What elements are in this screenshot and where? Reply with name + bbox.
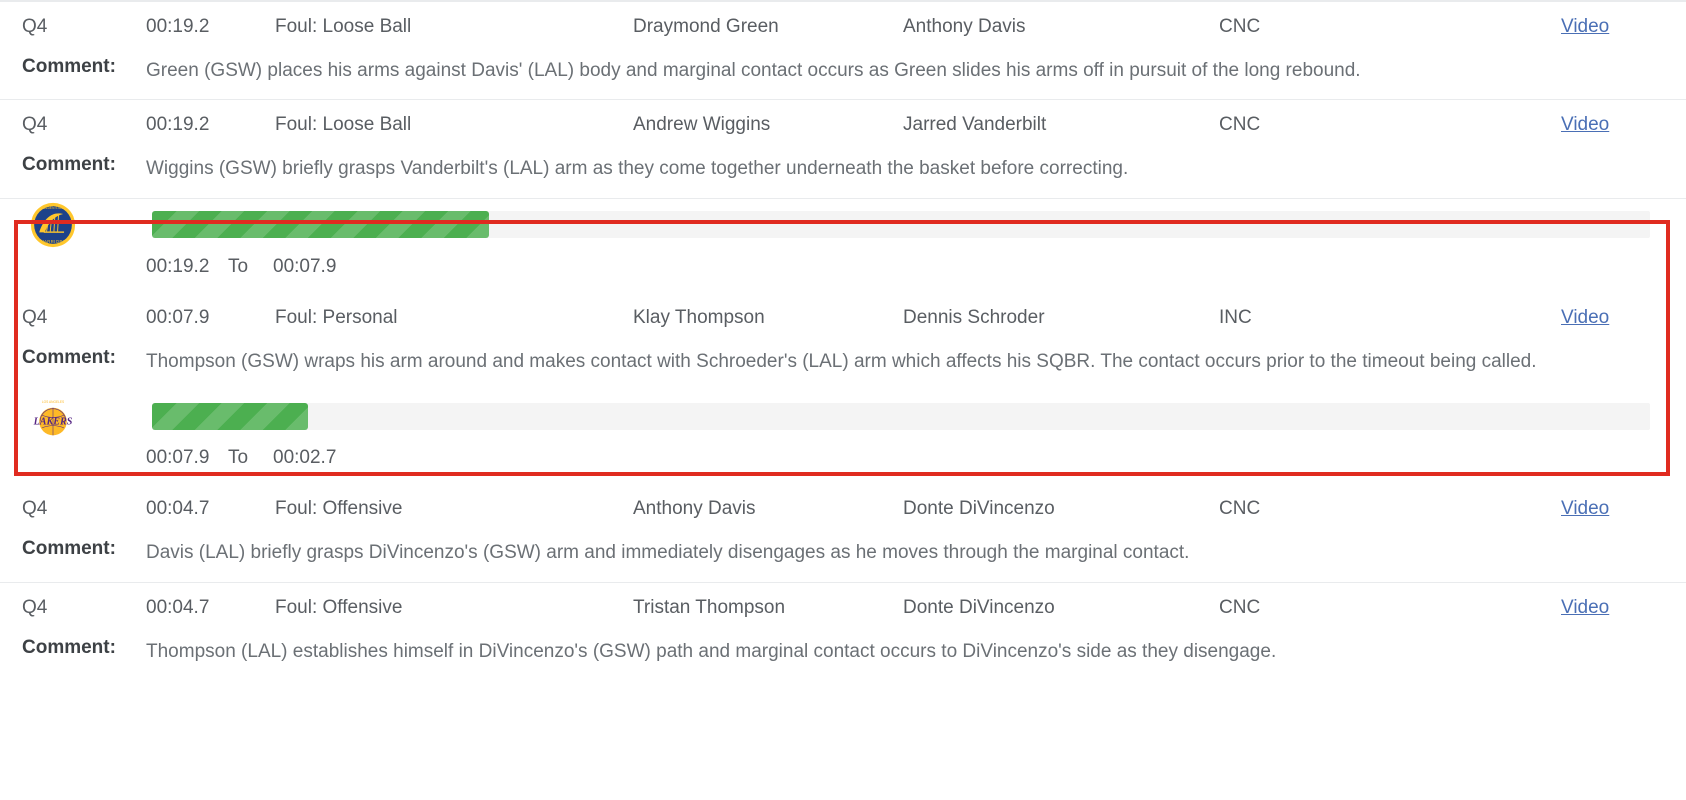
cell-decision: CNC [1219,16,1261,37]
segment-bar-line: LOS ANGELES LAKERS [22,390,1664,436]
cell-period: Q4 [22,16,48,37]
last-two-minutes-report: Q4 00:19.2 Foul: Loose Ball Draymond Gre… [0,0,1686,680]
cell-disadvantaged: Donte DiVincenzo [903,498,1055,520]
los-angeles-lakers-logo-icon: LOS ANGELES LAKERS [33,400,73,436]
cell-time: 00:04.7 [146,498,210,520]
cell-disadvantaged: Dennis Schroder [903,306,1045,328]
cell-decision: CNC [1219,114,1261,136]
cell-video: Video [1448,307,1664,329]
table-row[interactable]: Q4 00:04.7 Foul: Offensive Tristan Thomp… [0,583,1686,633]
comment-row: Comment: Davis (LAL) briefly grasps DiVi… [0,534,1686,583]
segment-time-range: 00:07.9 To 00:02.7 [22,432,1664,484]
segment-bar-line: GOLDEN STATE WARRIORS [22,199,1664,247]
comment-label: Comment: [22,636,116,658]
cell-call-type: Foul: Offensive [275,498,403,520]
comment-text: Green (GSW) places his arms against Davi… [146,60,1361,81]
cell-committing: Klay Thompson [633,306,765,328]
cell-committing: Tristan Thompson [633,596,786,618]
cell-video: Video [1448,498,1664,520]
cell-committing: Draymond Green [633,16,779,37]
comment-row: Comment: Green (GSW) places his arms aga… [0,52,1686,101]
cell-call-type: Foul: Loose Ball [275,114,412,136]
cell-disadvantaged: Jarred Vanderbilt [903,114,1047,136]
segment-duration-track [152,211,1650,239]
segment-duration-fill [152,402,308,430]
cell-disadvantaged: Anthony Davis [903,16,1026,37]
possession-segment-lal: LOS ANGELES LAKERS 00:07.9 To 00:02.7 [0,390,1686,484]
table-row[interactable]: Q4 00:04.7 Foul: Offensive Anthony Davis… [0,484,1686,534]
comment-label: Comment: [22,56,116,77]
cell-call-type: Foul: Loose Ball [275,16,412,37]
video-link[interactable]: Video [1561,16,1609,37]
comment-text: Davis (LAL) briefly grasps DiVincenzo's … [146,542,1190,564]
cell-time: 00:19.2 [146,114,210,136]
cell-decision: CNC [1219,498,1261,520]
video-link[interactable]: Video [1561,498,1609,519]
cell-decision: INC [1219,306,1252,328]
comment-text: Wiggins (GSW) briefly grasps Vanderbilt'… [146,158,1129,180]
video-link[interactable]: Video [1561,114,1609,135]
cell-time: 00:07.9 [146,306,210,328]
comment-label: Comment: [22,346,116,368]
segment-duration-track [152,402,1650,430]
possession-segment-gsw: GOLDEN STATE WARRIORS 00:19.2 To 00:07.9… [0,199,1686,390]
svg-text:LAKERS: LAKERS [33,417,73,428]
table-row[interactable]: Q4 00:07.9 Foul: Personal Klay Thompson … [22,293,1664,343]
segment-to-label: To [228,255,249,277]
svg-text:LOS ANGELES: LOS ANGELES [42,400,64,404]
comment-row: Comment: Wiggins (GSW) briefly grasps Va… [0,150,1686,199]
svg-text:WARRIORS: WARRIORS [40,239,66,244]
segment-start-time: 00:07.9 [146,447,210,469]
cell-decision: CNC [1219,596,1261,618]
table-row[interactable]: Q4 00:19.2 Foul: Loose Ball Draymond Gre… [0,2,1686,52]
comment-label: Comment: [22,538,116,560]
cell-video: Video [1448,114,1664,136]
comment-text: Thompson (LAL) establishes himself in Di… [146,640,1277,662]
segment-to-label: To [228,447,249,469]
golden-state-warriors-logo-icon: GOLDEN STATE WARRIORS [30,202,76,247]
cell-video: Video [1448,597,1664,619]
video-link[interactable]: Video [1561,307,1609,328]
cell-committing: Anthony Davis [633,498,756,520]
segment-end-time: 00:02.7 [273,447,337,469]
cell-period: Q4 [22,596,48,618]
segment-time-range: 00:19.2 To 00:07.9 [22,241,1664,293]
cell-call-type: Foul: Offensive [275,596,403,618]
segment-start-time: 00:19.2 [146,255,210,277]
table-row[interactable]: Q4 00:19.2 Foul: Loose Ball Andrew Wiggi… [0,100,1686,150]
cell-period: Q4 [22,498,48,520]
comment-row: Comment: Thompson (LAL) establishes hims… [0,633,1686,680]
cell-time: 00:04.7 [146,596,210,618]
cell-call-type: Foul: Personal [275,306,398,328]
cell-video: Video [1448,16,1664,38]
comment-label: Comment: [22,154,116,176]
cell-disadvantaged: Donte DiVincenzo [903,596,1055,618]
team-logo-warriors-wrap: GOLDEN STATE WARRIORS [22,195,152,255]
segment-end-time: 00:07.9 [273,255,337,277]
cell-committing: Andrew Wiggins [633,114,771,136]
svg-text:GOLDEN STATE: GOLDEN STATE [41,206,66,210]
cell-period: Q4 [22,114,48,136]
comment-row: Comment: Thompson (GSW) wraps his arm ar… [22,343,1664,390]
comment-text: Thompson (GSW) wraps his arm around and … [146,350,1537,372]
cell-time: 00:19.2 [146,16,210,37]
video-link[interactable]: Video [1561,597,1609,618]
team-logo-lakers-wrap: LOS ANGELES LAKERS [22,386,152,446]
cell-period: Q4 [22,306,48,328]
segment-duration-fill [152,211,490,239]
